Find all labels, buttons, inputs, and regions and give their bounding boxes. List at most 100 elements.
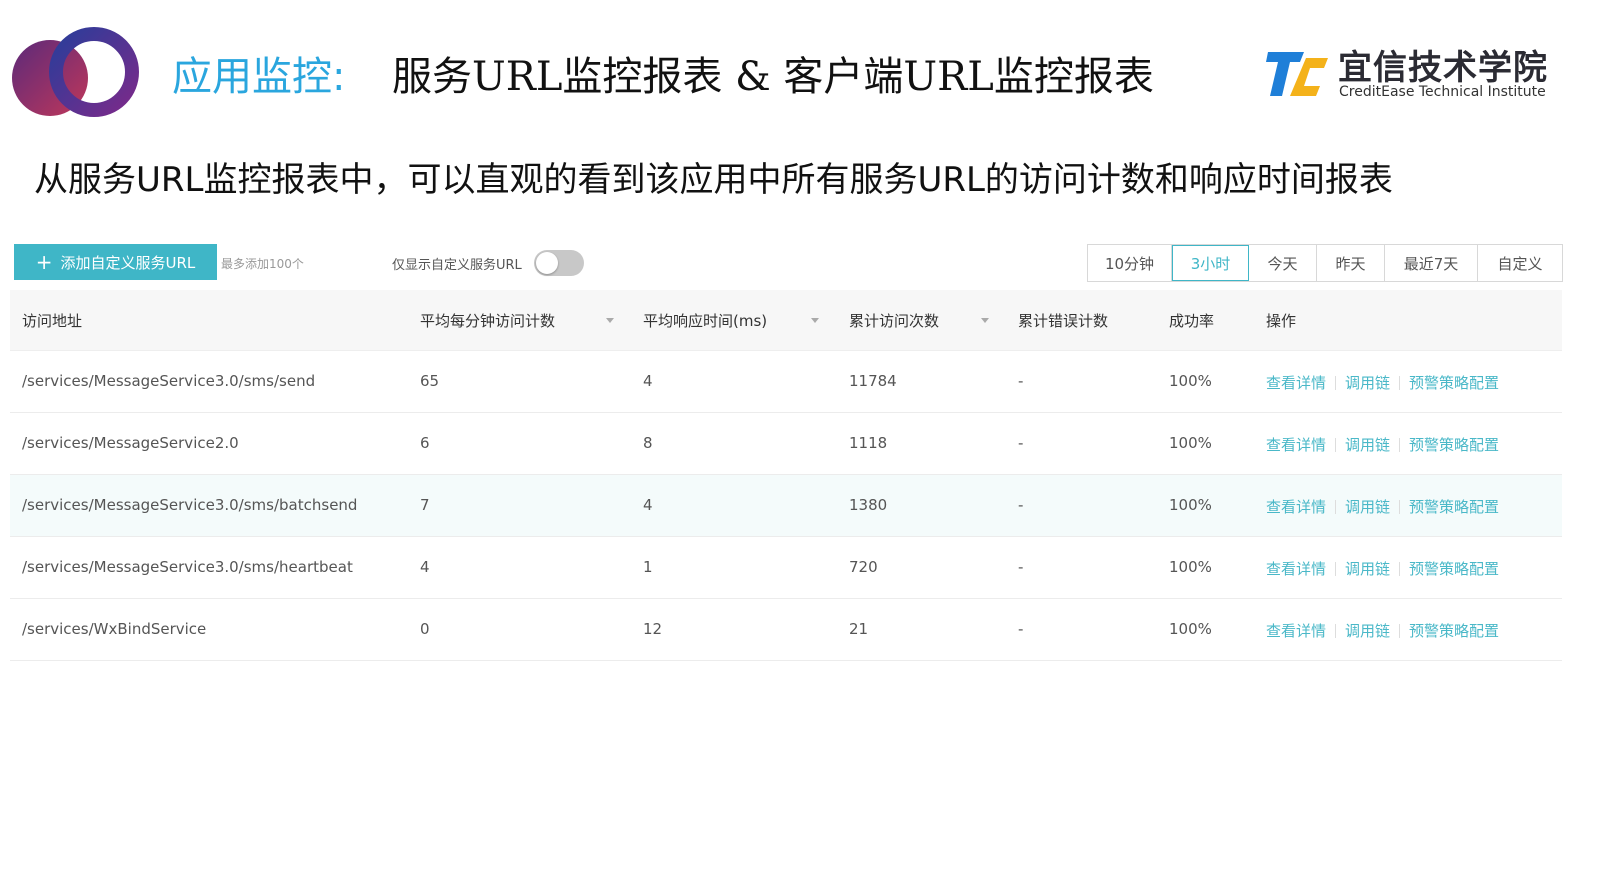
add-custom-url-button[interactable]: + 添加自定义服务URL <box>14 244 217 280</box>
cell-url: /services/MessageService3.0/sms/send <box>22 372 316 390</box>
add-custom-url-label: 添加自定义服务URL <box>60 253 196 272</box>
cell-total-visits: 720 <box>849 558 878 576</box>
action-divider <box>1335 623 1337 638</box>
range-custom[interactable]: 自定义 <box>1478 245 1562 281</box>
table-row: /services/MessageService3.0/sms/batchsen… <box>10 475 1562 537</box>
col-success-rate: 成功率 <box>1169 312 1215 330</box>
cell-total-errors: - <box>1018 620 1024 638</box>
cell-avg-response: 4 <box>643 496 653 514</box>
cell-success-rate: 100% <box>1169 620 1212 638</box>
range-today[interactable]: 今天 <box>1249 245 1317 281</box>
slide-subtitle: 从服务URL监控报表中，可以直观的看到该应用中所有服务URL的访问计数和响应时间… <box>34 160 1393 200</box>
alert-policy-link[interactable]: 预警策略配置 <box>1409 558 1499 579</box>
cell-avg-response: 1 <box>643 558 653 576</box>
action-divider <box>1399 437 1401 452</box>
cell-success-rate: 100% <box>1169 434 1212 452</box>
alert-policy-link[interactable]: 预警策略配置 <box>1409 434 1499 455</box>
col-avg-response[interactable]: 平均响应时间(ms) <box>643 310 767 331</box>
row-actions: 查看详情 调用链 预警策略配置 <box>1266 496 1499 517</box>
row-actions: 查看详情 调用链 预警策略配置 <box>1266 434 1499 455</box>
cell-avg-per-minute: 7 <box>420 496 430 514</box>
cell-avg-response: 4 <box>643 372 653 390</box>
col-total-visits[interactable]: 累计访问次数 <box>849 310 939 331</box>
tc-brand-icon <box>1266 52 1328 96</box>
call-chain-link[interactable]: 调用链 <box>1345 372 1390 393</box>
table-row: /services/MessageService3.0/sms/heartbea… <box>10 537 1562 599</box>
range-3hours[interactable]: 3小时 <box>1172 245 1249 281</box>
cell-success-rate: 100% <box>1169 558 1212 576</box>
cell-total-errors: - <box>1018 558 1024 576</box>
cell-success-rate: 100% <box>1169 496 1212 514</box>
cell-avg-per-minute: 0 <box>420 620 430 638</box>
sort-down-icon[interactable] <box>811 318 819 323</box>
cell-avg-per-minute: 65 <box>420 372 440 390</box>
table-toolbar: + 添加自定义服务URL 最多添加100个 仅显示自定义服务URL 10分钟 3… <box>14 244 1564 282</box>
call-chain-link[interactable]: 调用链 <box>1345 496 1390 517</box>
col-url: 访问地址 <box>22 312 83 330</box>
ring-logo-icon <box>12 27 139 117</box>
slide-header: 应用监控: 服务URL监控报表 & 客户端URL监控报表 宜信技术学院 Cred… <box>0 0 1606 130</box>
col-avg-per-minute[interactable]: 平均每分钟访问计数 <box>420 310 555 331</box>
call-chain-link[interactable]: 调用链 <box>1345 558 1390 579</box>
toggle-knob <box>536 252 558 274</box>
page-title: 服务URL监控报表 & 客户端URL监控报表 <box>392 54 1154 100</box>
table-body: /services/MessageService3.0/sms/send 65 4 1… <box>10 351 1562 661</box>
alert-policy-link[interactable]: 预警策略配置 <box>1409 496 1499 517</box>
row-actions: 查看详情 调用链 预警策略配置 <box>1266 558 1499 579</box>
alert-policy-link[interactable]: 预警策略配置 <box>1409 620 1499 641</box>
call-chain-link[interactable]: 调用链 <box>1345 434 1390 455</box>
action-divider <box>1335 437 1337 452</box>
view-details-link[interactable]: 查看详情 <box>1266 558 1326 579</box>
brand-logo: 宜信技术学院 CreditEase Technical Institute <box>1266 40 1586 110</box>
view-details-link[interactable]: 查看详情 <box>1266 372 1326 393</box>
cell-url: /services/MessageService2.0 <box>22 434 239 452</box>
table-header: 访问地址 平均每分钟访问计数 平均响应时间(ms) 累计访问次数 累计错误计数 … <box>10 290 1562 351</box>
view-details-link[interactable]: 查看详情 <box>1266 496 1326 517</box>
range-last7days[interactable]: 最近7天 <box>1385 245 1478 281</box>
cell-total-errors: - <box>1018 434 1024 452</box>
alert-policy-link[interactable]: 预警策略配置 <box>1409 372 1499 393</box>
cell-success-rate: 100% <box>1169 372 1212 390</box>
row-actions: 查看详情 调用链 预警策略配置 <box>1266 620 1499 641</box>
cell-total-errors: - <box>1018 496 1024 514</box>
table-row: /services/WxBindService 0 12 21 - 100% 查看详情 调用链… <box>10 599 1562 661</box>
cell-avg-per-minute: 6 <box>420 434 430 452</box>
range-10min[interactable]: 10分钟 <box>1088 245 1172 281</box>
call-chain-link[interactable]: 调用链 <box>1345 620 1390 641</box>
view-details-link[interactable]: 查看详情 <box>1266 434 1326 455</box>
cell-total-visits: 21 <box>849 620 869 638</box>
cell-total-visits: 1118 <box>849 434 888 452</box>
add-limit-hint: 最多添加100个 <box>221 257 304 271</box>
time-range-selector: 10分钟 3小时 今天 昨天 最近7天 自定义 <box>1087 244 1563 282</box>
cell-url: /services/WxBindService <box>22 620 207 638</box>
plus-icon: + <box>35 250 53 274</box>
custom-only-label: 仅显示自定义服务URL <box>392 258 522 273</box>
title-prefix: 应用监控: <box>172 54 346 100</box>
service-url-table: 访问地址 平均每分钟访问计数 平均响应时间(ms) 累计访问次数 累计错误计数 … <box>10 290 1562 661</box>
row-actions: 查看详情 调用链 预警策略配置 <box>1266 372 1499 393</box>
brand-name-en: CreditEase Technical Institute <box>1339 84 1546 100</box>
action-divider <box>1335 499 1337 514</box>
action-divider <box>1399 623 1401 638</box>
action-divider <box>1399 499 1401 514</box>
cell-total-visits: 11784 <box>849 372 897 390</box>
table-row: /services/MessageService3.0/sms/send 65 4 1… <box>10 351 1562 413</box>
action-divider <box>1399 561 1401 576</box>
action-divider <box>1399 375 1401 390</box>
cell-avg-per-minute: 4 <box>420 558 430 576</box>
cell-avg-response: 12 <box>643 620 663 638</box>
sort-down-icon[interactable] <box>981 318 989 323</box>
col-actions: 操作 <box>1266 312 1297 330</box>
table-row: /services/MessageService2.0 6 8 1118 - 100% 查看… <box>10 413 1562 475</box>
cell-url: /services/MessageService3.0/sms/batchsen… <box>22 496 358 514</box>
cell-total-visits: 1380 <box>849 496 888 514</box>
range-yesterday[interactable]: 昨天 <box>1317 245 1385 281</box>
cell-avg-response: 8 <box>643 434 653 452</box>
sort-down-icon[interactable] <box>606 318 614 323</box>
custom-only-toggle[interactable] <box>534 250 584 276</box>
cell-url: /services/MessageService3.0/sms/heartbea… <box>22 558 353 576</box>
action-divider <box>1335 561 1337 576</box>
brand-name-cn: 宜信技术学院 <box>1338 48 1548 88</box>
cell-total-errors: - <box>1018 372 1024 390</box>
view-details-link[interactable]: 查看详情 <box>1266 620 1326 641</box>
